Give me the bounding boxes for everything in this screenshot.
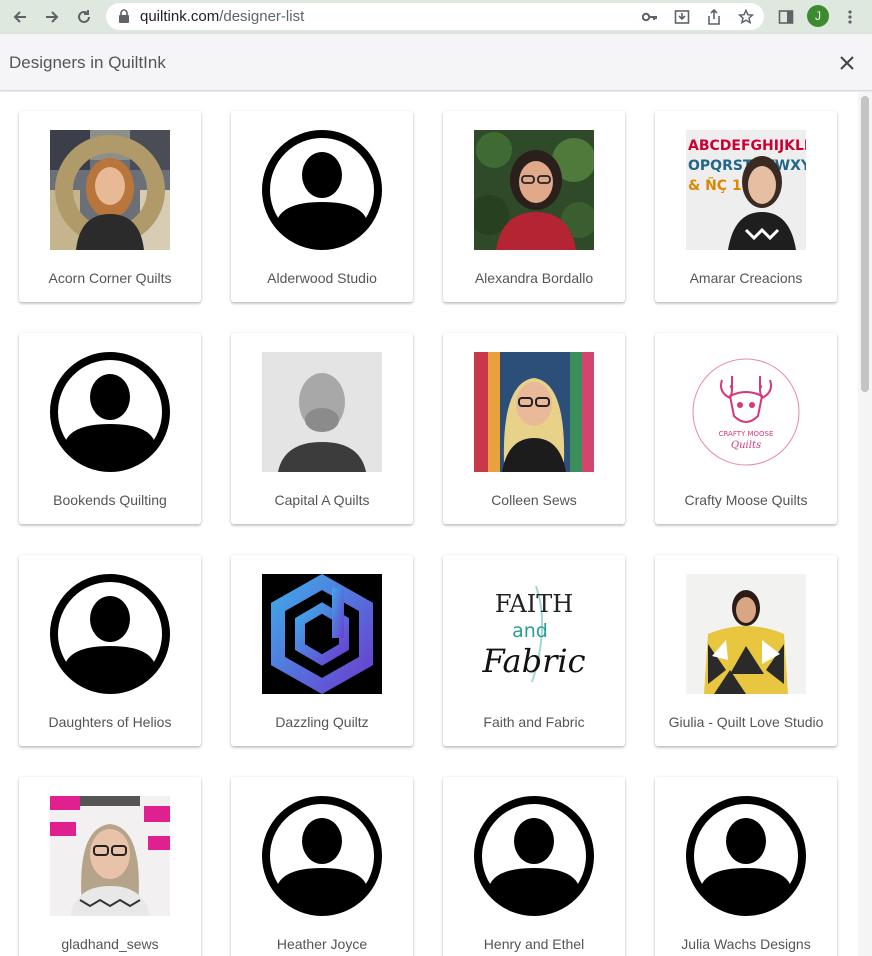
svg-text:FAITH: FAITH [495,590,573,618]
default-user-icon [686,796,806,916]
designer-name: Heather Joyce [276,936,368,952]
svg-text:and: and [512,620,548,642]
install-app-icon[interactable] [672,7,692,27]
scrollbar[interactable] [858,92,872,956]
designer-avatar: CRAFTY MOOSE Quilts [686,352,806,472]
designer-card[interactable]: Henry and Ethel [443,777,625,956]
designer-name: Alderwood Studio [267,270,377,286]
bookmark-star-icon[interactable] [736,7,756,27]
svg-text:Fabric: Fabric [481,642,585,680]
designer-card[interactable]: Bookends Quilting [19,333,201,524]
designer-card[interactable]: Capital A Quilts [231,333,413,524]
lock-icon [118,9,130,28]
designer-card[interactable]: CRAFTY MOOSE Quilts Crafty Moose Quilts [655,333,837,524]
dialog-header: Designers in QuiltInk [0,34,872,91]
url-text: quiltink.com/designer-list [140,8,305,25]
share-icon[interactable] [704,7,724,27]
designer-card[interactable]: Giulia - Quilt Love Studio [655,555,837,746]
reload-icon[interactable] [72,5,96,29]
scrollbar-thumb[interactable] [861,96,869,392]
forward-arrow-icon[interactable] [40,5,64,29]
designer-avatar [474,352,594,472]
designer-card[interactable]: Acorn Corner Quilts [19,111,201,302]
default-user-icon [262,796,382,916]
browser-toolbar: quiltink.com/designer-list J [0,0,872,34]
designer-name: Henry and Ethel [483,936,585,952]
designer-name: Julia Wachs Designs [681,936,811,952]
designer-name: Giulia - Quilt Love Studio [668,714,824,730]
default-user-icon [50,574,170,694]
default-user-icon [262,130,382,250]
designer-avatar: ABCDEFGHIJKLMN OPQRSTUVWXYZ & ÑÇ 123 Ø [686,130,806,250]
designer-name: Capital A Quilts [274,492,370,508]
designer-card[interactable]: Alexandra Bordallo [443,111,625,302]
designer-name: Crafty Moose Quilts [684,492,808,508]
designer-card[interactable]: ABCDEFGHIJKLMN OPQRSTUVWXYZ & ÑÇ 123 Ø A… [655,111,837,302]
designer-name: Amarar Creacions [689,270,803,286]
key-icon[interactable] [640,7,660,27]
designer-card[interactable]: Daughters of Helios [19,555,201,746]
designer-avatar: FAITH and Fabric [474,574,594,694]
designer-avatar [686,574,806,694]
address-bar[interactable]: quiltink.com/designer-list [106,3,764,30]
designer-avatar [474,130,594,250]
designer-name: Dazzling Quiltz [275,714,369,730]
designer-avatar [262,352,382,472]
designer-avatar [262,574,382,694]
designer-card[interactable]: Colleen Sews [443,333,625,524]
default-user-icon [474,796,594,916]
back-arrow-icon[interactable] [8,5,32,29]
dialog-title: Designers in QuiltInk [9,53,166,72]
designer-card[interactable]: Julia Wachs Designs [655,777,837,956]
designer-card[interactable]: Heather Joyce [231,777,413,956]
svg-text:CRAFTY MOOSE: CRAFTY MOOSE [719,430,774,438]
designer-name: gladhand_sews [61,936,159,952]
designer-name: Colleen Sews [491,492,577,508]
svg-text:Quilts: Quilts [731,440,761,451]
designer-card[interactable]: FAITH and Fabric Faith and Fabric [443,555,625,746]
designer-name: Daughters of Helios [48,714,172,730]
side-panel-icon[interactable] [774,5,798,29]
designer-card[interactable]: Dazzling Quiltz [231,555,413,746]
designer-name: Acorn Corner Quilts [48,270,172,286]
menu-dots-icon[interactable] [838,5,862,29]
profile-avatar[interactable]: J [807,5,829,27]
designer-name: Bookends Quilting [53,492,167,508]
designer-card[interactable]: Alderwood Studio [231,111,413,302]
designer-name: Faith and Fabric [483,714,585,730]
default-user-icon [50,352,170,472]
close-icon[interactable] [836,52,858,74]
designer-avatar [50,796,170,916]
designer-name: Alexandra Bordallo [474,270,594,286]
designer-card[interactable]: gladhand_sews [19,777,201,956]
designer-avatar [50,130,170,250]
designer-grid: Acorn Corner Quilts Alderwood Studio Ale… [0,92,858,956]
svg-text:ABCDEFGHIJKLMN: ABCDEFGHIJKLMN [688,138,806,154]
